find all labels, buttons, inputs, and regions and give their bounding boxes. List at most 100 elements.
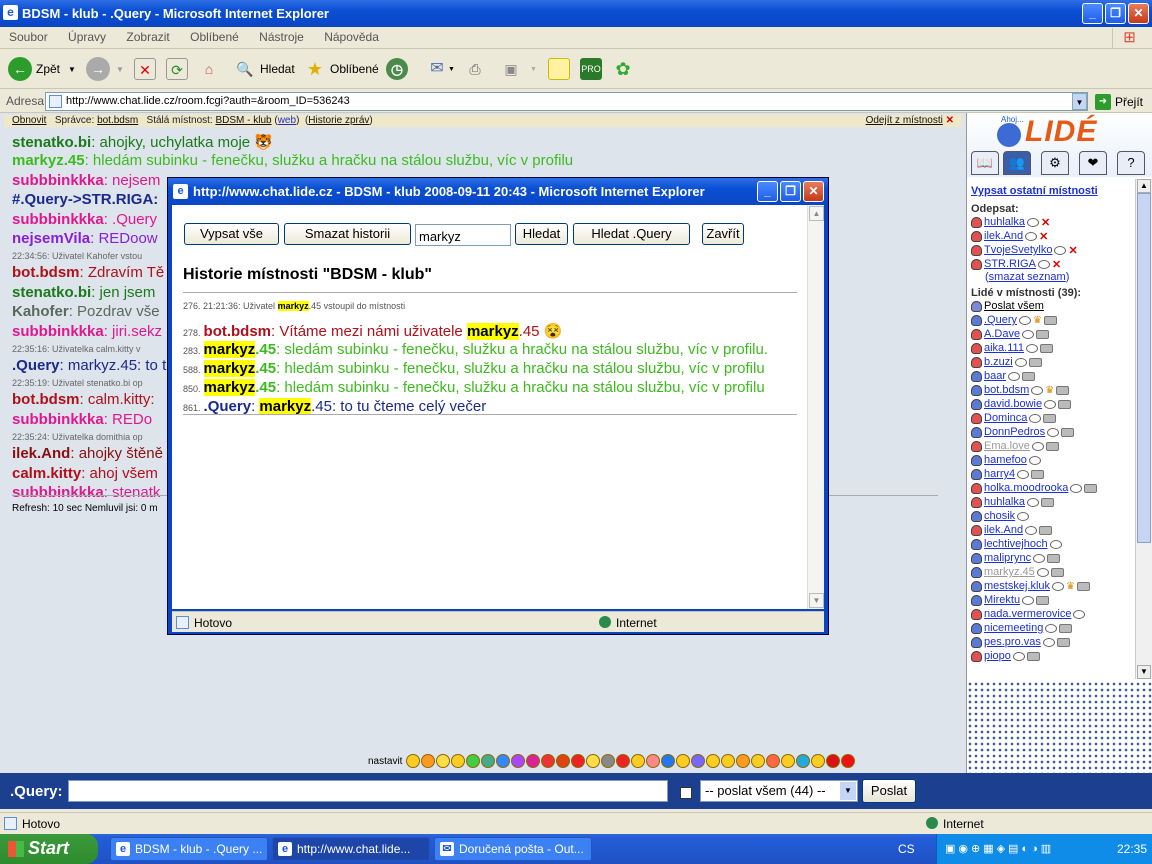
camera-icon[interactable] [1026,651,1040,661]
icq-button[interactable]: ✿ [612,56,634,82]
camera-icon[interactable] [1036,329,1050,339]
smiley-icon[interactable] [571,754,586,768]
person-link[interactable]: DonnPedros [984,426,1045,438]
camera-icon[interactable] [1043,315,1057,325]
away-user-link[interactable]: TvojeSvetylko [984,244,1052,256]
room-link[interactable]: BDSM - klub [215,115,271,126]
smiley-icon[interactable] [616,754,631,768]
clear-list-link[interactable]: (smazat seznam) [971,271,1134,283]
message-bubble-icon[interactable] [1045,623,1058,633]
message-nick[interactable]: bot.bdsm [12,391,80,408]
popup-maximize-button[interactable]: ❐ [780,181,801,202]
scroll-up-icon[interactable]: ▲ [1137,179,1151,193]
away-user-link[interactable]: STR.RIGA [984,258,1036,270]
person-link[interactable]: A.Dave [984,328,1020,340]
smiley-icon[interactable] [736,754,751,768]
message-bubble-icon[interactable] [1033,553,1046,563]
tab-settings-icon[interactable]: ⚙ [1041,151,1069,175]
person-link[interactable]: b.zuzi [984,356,1013,368]
smiley-icon[interactable] [511,754,526,768]
camera-icon[interactable] [1059,623,1073,633]
message-bubble-icon[interactable] [1025,525,1038,535]
clear-history-button[interactable]: Smazat historii [284,223,411,245]
popup-scrollbar[interactable]: ▲ ▼ [807,205,824,609]
message-bubble-icon[interactable] [1028,455,1041,465]
message-bubble-icon[interactable] [1031,441,1044,451]
message-bubble-icon[interactable] [1022,329,1035,339]
person-link[interactable]: markyz.45 [984,566,1035,578]
remove-icon[interactable]: ✕ [1041,216,1050,229]
search-button[interactable]: Hledat [515,223,568,245]
icq-pro-button[interactable]: PRO [580,56,602,82]
refresh-link[interactable]: Obnovit [12,115,46,126]
history-search-input[interactable] [415,224,511,246]
message-bubble-icon[interactable] [1042,637,1055,647]
message-bubble-icon[interactable] [1026,217,1039,227]
smiley-icon[interactable] [601,754,616,768]
camera-icon[interactable] [1022,371,1036,381]
minimize-button[interactable]: _ [1082,3,1103,24]
print-button[interactable]: ⎙ [464,56,486,82]
go-button[interactable]: ➜ Přejít [1095,93,1150,111]
smiley-icon[interactable] [691,754,706,768]
smiley-settings-link[interactable]: nastavit [368,756,402,767]
menu-nastroje[interactable]: Nástroje [259,30,304,44]
remove-icon[interactable]: ✕ [1068,244,1077,257]
person-link[interactable]: hamefoo [984,454,1027,466]
smiley-icon[interactable] [721,754,736,768]
message-nick[interactable]: stenatko.bi [12,134,91,151]
person-link[interactable]: bot.bdsm [984,384,1029,396]
highlight-nick[interactable]: markyz [203,360,256,377]
menu-zobrazit[interactable]: Zobrazit [126,30,169,44]
smiley-icon[interactable] [451,754,466,768]
message-bubble-icon[interactable] [1022,595,1035,605]
smiley-icon[interactable] [466,754,481,768]
message-bubble-icon[interactable] [1012,651,1025,661]
message-bubble-icon[interactable] [1008,371,1021,381]
message-bubble-icon[interactable] [1073,609,1086,619]
message-nick[interactable]: Kahofer [12,303,69,320]
smiley-icon[interactable] [496,754,511,768]
person-link[interactable]: lechtivejhoch [984,538,1048,550]
language-indicator[interactable]: CS [898,842,915,856]
address-dropdown-icon[interactable]: ▼ [1072,93,1087,110]
message-bubble-icon[interactable] [1037,259,1050,269]
person-link[interactable]: chosik [984,510,1015,522]
edit-button[interactable]: ▣ ▼ [500,56,537,82]
scroll-up-icon[interactable]: ▲ [809,206,824,221]
smiley-icon[interactable] [706,754,721,768]
smiley-icon[interactable] [661,754,676,768]
highlight-nick[interactable]: markyz [203,341,256,358]
message-bubble-icon[interactable] [1029,413,1042,423]
remove-icon[interactable]: ✕ [1039,230,1048,243]
edit-dropdown-icon[interactable]: ▼ [530,66,537,73]
smiley-icon[interactable] [481,754,496,768]
tab-hearts-icon[interactable]: ❤ [1079,151,1107,175]
popup-minimize-button[interactable]: _ [757,181,778,202]
camera-icon[interactable] [1061,427,1075,437]
message-nick[interactable]: calm.kitty [12,465,81,482]
person-link[interactable]: mestskej.kluk [984,580,1050,592]
message-nick[interactable]: subbbinkkka [12,211,104,228]
camera-icon[interactable] [1058,399,1072,409]
smiley-icon[interactable] [406,754,421,768]
back-dropdown-icon[interactable]: ▼ [68,65,76,74]
person-link[interactable]: baar [984,370,1006,382]
message-nick[interactable]: subbbinkkka [12,323,104,340]
smiley-icon[interactable] [766,754,781,768]
menu-soubor[interactable]: Soubor [9,30,48,44]
camera-icon[interactable] [1056,637,1070,647]
maximize-button[interactable]: ❐ [1105,3,1126,24]
message-nick[interactable]: subbbinkkka [12,484,104,501]
smiley-icon[interactable] [586,754,601,768]
message-bubble-icon[interactable] [1026,497,1039,507]
history-link[interactable]: Historie zpráv [308,115,369,126]
person-link[interactable]: maliprync [984,552,1031,564]
tab-help-icon[interactable]: ? [1117,151,1145,175]
smiley-icon[interactable] [811,754,826,768]
person-link[interactable]: aika.111 [984,342,1024,354]
message-bubble-icon[interactable] [1014,357,1027,367]
message-nick[interactable]: markyz.45 [12,152,85,169]
message-bubble-icon[interactable] [1036,567,1049,577]
line-nick[interactable]: .Query [204,398,252,415]
